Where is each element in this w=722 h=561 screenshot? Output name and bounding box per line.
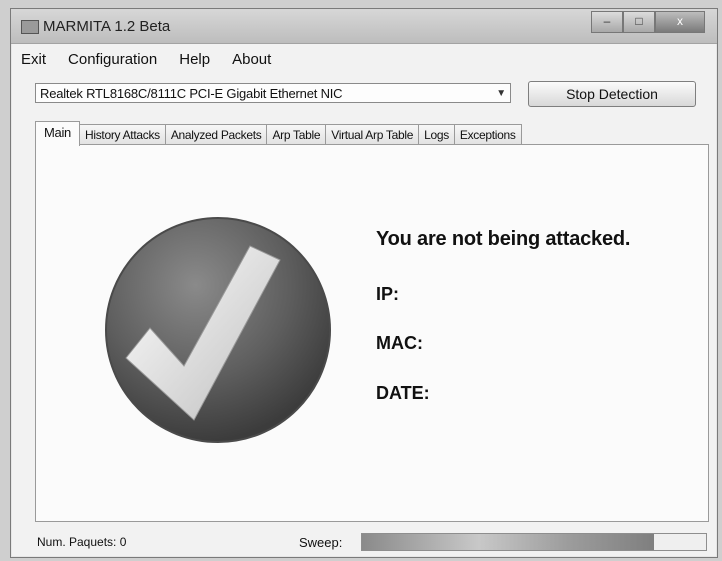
mac-label: MAC: <box>376 333 423 353</box>
tab-analyzed-packets[interactable]: Analyzed Packets <box>164 124 268 146</box>
maximize-button[interactable]: □ <box>623 11 655 33</box>
minimize-button[interactable]: – <box>591 11 623 33</box>
checkmark-icon <box>105 217 331 443</box>
menu-bar: Exit Configuration Help About <box>21 51 271 68</box>
tab-exceptions[interactable]: Exceptions <box>453 124 522 146</box>
title-bar[interactable]: MARMITA 1.2 Beta – □ x <box>11 9 717 44</box>
date-label: DATE: <box>376 383 430 403</box>
sweep-progress-bar <box>361 533 707 551</box>
nic-dropdown[interactable]: Realtek RTL8168C/8111C PCI-E Gigabit Eth… <box>35 83 511 103</box>
sweep-progress-fill <box>362 534 655 550</box>
menu-configuration[interactable]: Configuration <box>68 51 157 68</box>
stop-detection-button[interactable]: Stop Detection <box>528 81 696 107</box>
tab-history-attacks[interactable]: History Attacks <box>78 124 166 146</box>
packet-count: Num. Paquets: 0 <box>37 535 127 549</box>
attack-status-message: You are not being attacked. <box>376 228 631 250</box>
main-panel: You are not being attacked. IP: MAC: DAT… <box>35 144 709 522</box>
menu-about[interactable]: About <box>232 51 271 68</box>
tab-virtual-arp-table[interactable]: Virtual Arp Table <box>325 124 420 146</box>
sweep-label: Sweep: <box>299 535 343 550</box>
tab-logs[interactable]: Logs <box>418 124 455 146</box>
window-title: MARMITA 1.2 Beta <box>43 18 171 35</box>
menu-help[interactable]: Help <box>179 51 210 68</box>
window-controls: – □ x <box>591 11 705 33</box>
ip-label: IP: <box>376 284 400 304</box>
close-button[interactable]: x <box>655 11 705 33</box>
app-window: MARMITA 1.2 Beta – □ x Exit Configuratio… <box>10 8 718 558</box>
tab-arp-table[interactable]: Arp Table <box>266 124 327 146</box>
status-bar: Num. Paquets: 0 Sweep: <box>35 529 707 553</box>
tab-strip: Main History Attacks Analyzed Packets Ar… <box>35 121 522 146</box>
nic-selected-value: Realtek RTL8168C/8111C PCI-E Gigabit Eth… <box>40 86 343 101</box>
menu-exit[interactable]: Exit <box>21 51 46 68</box>
chevron-down-icon[interactable]: ▼ <box>496 84 506 104</box>
tab-main[interactable]: Main <box>35 121 80 146</box>
app-icon <box>21 20 39 34</box>
